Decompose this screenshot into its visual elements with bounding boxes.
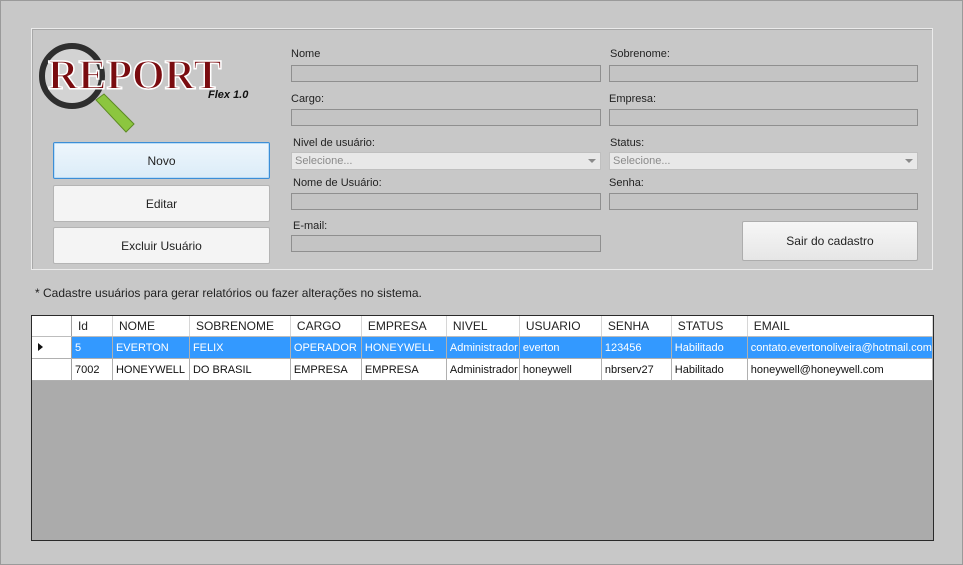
senha-label: Senha: xyxy=(609,177,644,189)
status-select-value: Selecione... xyxy=(613,155,671,167)
column-header-empresa[interactable]: EMPRESA xyxy=(361,316,447,337)
nivel-label: Nivel de usuário: xyxy=(293,137,375,149)
nome-label: Nome xyxy=(291,48,321,60)
senha-field[interactable] xyxy=(609,193,918,210)
cell-sobrenome[interactable]: FELIX xyxy=(189,336,291,359)
table-row[interactable]: 5 EVERTON FELIX OPERADOR HONEYWELL Admin… xyxy=(32,336,933,359)
column-header-usuario[interactable]: USUARIO xyxy=(519,316,602,337)
cargo-field[interactable] xyxy=(291,109,601,126)
usuario-field[interactable] xyxy=(291,193,601,210)
magnifier-logo-icon: REPORT Flex 1.0 xyxy=(39,43,249,133)
chevron-down-icon xyxy=(905,159,913,163)
row-selector[interactable] xyxy=(32,336,72,359)
cell-email[interactable]: contato.evertonoliveira@hotmail.com xyxy=(747,336,933,359)
editar-button[interactable]: Editar xyxy=(53,185,270,222)
nivel-select[interactable]: Selecione... xyxy=(291,152,601,170)
table-header-row: Id NOME SOBRENOME CARGO EMPRESA NIVEL US… xyxy=(32,316,933,337)
cell-senha[interactable]: 123456 xyxy=(601,336,672,359)
empresa-field[interactable] xyxy=(609,109,918,126)
cell-cargo[interactable]: EMPRESA xyxy=(290,358,362,381)
column-header-sobrenome[interactable]: SOBRENOME xyxy=(189,316,291,337)
cell-usuario[interactable]: everton xyxy=(519,336,602,359)
novo-button[interactable]: Novo xyxy=(53,142,270,179)
row-selector[interactable] xyxy=(32,358,72,381)
usuario-label: Nome de Usuário: xyxy=(293,177,382,189)
cell-id[interactable]: 5 xyxy=(71,336,113,359)
excluir-usuario-button[interactable]: Excluir Usuário xyxy=(53,227,270,264)
status-label: Status: xyxy=(610,137,645,149)
users-grid[interactable]: Id NOME SOBRENOME CARGO EMPRESA NIVEL US… xyxy=(31,315,934,541)
email-field[interactable] xyxy=(291,235,601,252)
column-header-id[interactable]: Id xyxy=(71,316,113,337)
sobrenome-field[interactable] xyxy=(609,65,918,82)
cell-usuario[interactable]: honeywell xyxy=(519,358,602,381)
sair-do-cadastro-button[interactable]: Sair do cadastro xyxy=(742,221,918,261)
help-note: * Cadastre usuários para gerar relatório… xyxy=(35,286,422,300)
cell-nivel[interactable]: Administrador xyxy=(446,358,520,381)
cell-empresa[interactable]: EMPRESA xyxy=(361,358,447,381)
cell-cargo[interactable]: OPERADOR xyxy=(290,336,362,359)
column-header-status[interactable]: STATUS xyxy=(671,316,748,337)
sobrenome-label: Sobrenome: xyxy=(610,48,670,60)
email-label: E-mail: xyxy=(293,220,328,232)
status-select[interactable]: Selecione... xyxy=(609,152,918,170)
cell-email[interactable]: honeywell@honeywell.com xyxy=(747,358,933,381)
cell-sobrenome[interactable]: DO BRASIL xyxy=(189,358,291,381)
cell-nome[interactable]: EVERTON xyxy=(112,336,190,359)
column-header-nivel[interactable]: NIVEL xyxy=(446,316,520,337)
row-header-corner xyxy=(32,316,72,337)
chevron-down-icon xyxy=(588,159,596,163)
cargo-label: Cargo: xyxy=(291,93,325,105)
table-row[interactable]: 7002 HONEYWELL DO BRASIL EMPRESA EMPRESA… xyxy=(32,358,933,381)
svg-text:REPORT: REPORT xyxy=(48,53,222,99)
cell-nivel[interactable]: Administrador xyxy=(446,336,520,359)
column-header-cargo[interactable]: CARGO xyxy=(290,316,362,337)
users-table: Id NOME SOBRENOME CARGO EMPRESA NIVEL US… xyxy=(32,316,933,381)
empresa-label: Empresa: xyxy=(609,93,657,105)
cell-status[interactable]: Habilitado xyxy=(671,358,748,381)
cell-senha[interactable]: nbrserv27 xyxy=(601,358,672,381)
cell-nome[interactable]: HONEYWELL xyxy=(112,358,190,381)
report-logo: REPORT Flex 1.0 xyxy=(36,43,276,136)
svg-text:Flex 1.0: Flex 1.0 xyxy=(208,89,249,101)
cell-status[interactable]: Habilitado xyxy=(671,336,748,359)
column-header-email[interactable]: EMAIL xyxy=(747,316,933,337)
column-header-senha[interactable]: SENHA xyxy=(601,316,672,337)
nome-field[interactable] xyxy=(291,65,601,82)
nivel-select-value: Selecione... xyxy=(295,155,353,167)
cell-id[interactable]: 7002 xyxy=(71,358,113,381)
cell-empresa[interactable]: HONEYWELL xyxy=(361,336,447,359)
column-header-nome[interactable]: NOME xyxy=(112,316,190,337)
current-row-arrow-icon xyxy=(38,342,43,351)
